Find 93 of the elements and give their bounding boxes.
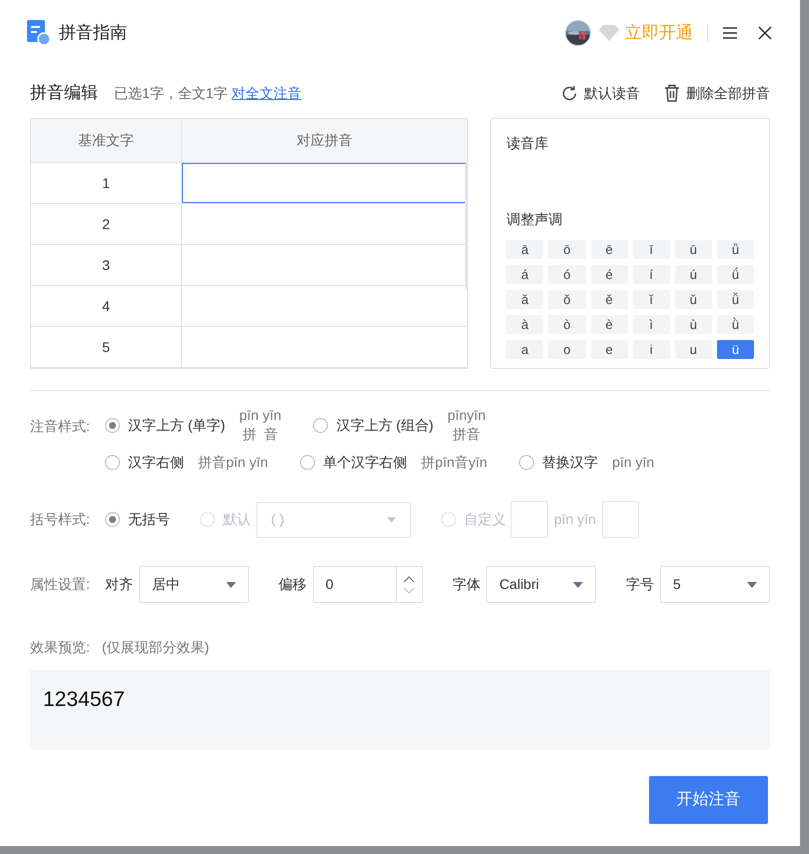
tone-key[interactable]: e	[590, 340, 628, 359]
tone-key[interactable]: ū	[674, 240, 712, 259]
select-field[interactable]: 5	[660, 566, 770, 603]
tone-key[interactable]: o	[548, 340, 586, 359]
style-sample: 拼音pīn yīn	[198, 453, 268, 472]
tone-key[interactable]: ī	[632, 240, 670, 259]
column-header: 对应拼音	[296, 131, 354, 150]
refresh-icon	[561, 84, 578, 102]
field-label: 注音样式:	[30, 417, 91, 436]
preview-note: (仅展现部分效果)	[102, 638, 210, 657]
tone-key[interactable]: ú	[674, 265, 712, 284]
tone-key[interactable]: a	[506, 340, 544, 359]
radio-button[interactable]	[313, 418, 328, 432]
style-sample: pīn yīn	[239, 406, 282, 425]
panel-title: 调整声调	[506, 210, 564, 229]
table-cell: 4	[31, 286, 182, 326]
style-sample: 拼音	[452, 425, 481, 444]
section-heading: 拼音编辑	[30, 82, 98, 104]
panel-title: 读音库	[506, 134, 550, 153]
trash-icon	[664, 84, 680, 102]
table-cell: 1	[31, 163, 182, 203]
tone-key[interactable]: ǔ	[674, 290, 712, 309]
close-icon[interactable]	[758, 26, 772, 40]
caret-icon	[573, 582, 584, 588]
field-label: 对齐	[105, 575, 133, 594]
field-label: 偏移	[278, 575, 307, 594]
tone-key[interactable]: ǎ	[506, 290, 544, 309]
start-button[interactable]: 开始注音	[649, 776, 768, 824]
delete-all-button[interactable]: 删除全部拼音	[664, 82, 770, 104]
tone-key[interactable]: ǒ	[548, 290, 586, 309]
tone-key[interactable]: í	[632, 265, 670, 284]
pinyin-input[interactable]	[182, 163, 468, 203]
field-label: 字号	[626, 575, 654, 594]
annotate-all-link[interactable]: 对全文注音	[232, 82, 302, 104]
style-sample: pīnyīn	[447, 406, 486, 425]
preview-text: 1234567	[43, 688, 125, 711]
bracket-input[interactable]	[511, 501, 548, 538]
radio-option[interactable]: 汉字上方 (组合)	[313, 414, 434, 436]
selection-info: 已选1字，全文1字	[114, 84, 228, 102]
tone-key[interactable]: ò	[548, 315, 586, 334]
diamond-icon	[599, 24, 619, 42]
bracket-input[interactable]	[602, 501, 640, 538]
tone-key[interactable]: ǚ	[716, 290, 754, 309]
field-label: 属性设置:	[30, 575, 91, 594]
tone-key[interactable]: ō	[548, 240, 586, 259]
field-label: 括号样式:	[30, 510, 91, 529]
tone-key[interactable]: u	[674, 340, 712, 359]
caret-icon	[226, 582, 236, 588]
radio-option[interactable]: 单个汉字右侧	[300, 452, 408, 473]
tone-key[interactable]: ǜ	[716, 315, 754, 334]
preview-label: 效果预览:	[30, 638, 90, 657]
style-sample: 拼 音	[242, 425, 278, 444]
tone-key[interactable]: ě	[590, 290, 628, 309]
tone-key[interactable]: à	[506, 315, 544, 334]
tone-key[interactable]: ì	[632, 315, 670, 334]
tone-key[interactable]: è	[590, 315, 628, 334]
tone-key[interactable]: ü	[716, 340, 754, 359]
tone-key[interactable]: é	[590, 265, 628, 284]
tone-key[interactable]: i	[632, 340, 670, 359]
tone-key[interactable]: ǐ	[632, 290, 670, 309]
radio-option[interactable]: 替换汉字	[519, 452, 598, 473]
tone-key[interactable]: ǘ	[716, 265, 754, 284]
document-icon	[27, 20, 51, 46]
tone-key[interactable]: ǖ	[716, 240, 754, 259]
column-header: 基准文字	[31, 119, 182, 162]
radio-button[interactable]	[519, 455, 534, 470]
table-cell: 5	[31, 327, 182, 367]
select-field[interactable]: Calibri	[486, 566, 596, 603]
tone-key[interactable]: á	[506, 265, 544, 284]
style-sample: pīn yīn	[612, 453, 654, 472]
radio-option[interactable]: 无括号	[105, 509, 170, 530]
number-field[interactable]: 0	[312, 566, 423, 603]
radio-button[interactable]	[105, 512, 120, 527]
table-cell: 3	[31, 245, 182, 285]
window-title: 拼音指南	[59, 22, 127, 44]
tone-key[interactable]: ù	[674, 315, 712, 334]
tone-key[interactable]: ā	[506, 240, 544, 259]
table-cell: 2	[31, 204, 182, 244]
radio-button[interactable]	[300, 455, 316, 470]
radio-button[interactable]	[105, 418, 120, 432]
field-label: 字体	[452, 575, 480, 594]
radio-option[interactable]: 汉字上方 (单字)	[105, 414, 226, 436]
radio-button[interactable]	[105, 455, 120, 470]
tone-key[interactable]: ó	[548, 265, 586, 284]
style-sample: pīn yīn	[554, 510, 596, 529]
select-field[interactable]: 居中	[139, 566, 249, 603]
style-sample: 拼pīn音yīn	[421, 453, 488, 472]
caret-icon	[746, 582, 757, 588]
caret-icon	[387, 516, 396, 522]
default-reading-button[interactable]: 默认读音	[561, 82, 640, 104]
radio-option[interactable]: 汉字右侧	[105, 452, 184, 473]
tone-key[interactable]: ē	[590, 240, 628, 259]
menu-icon[interactable]	[722, 26, 738, 40]
